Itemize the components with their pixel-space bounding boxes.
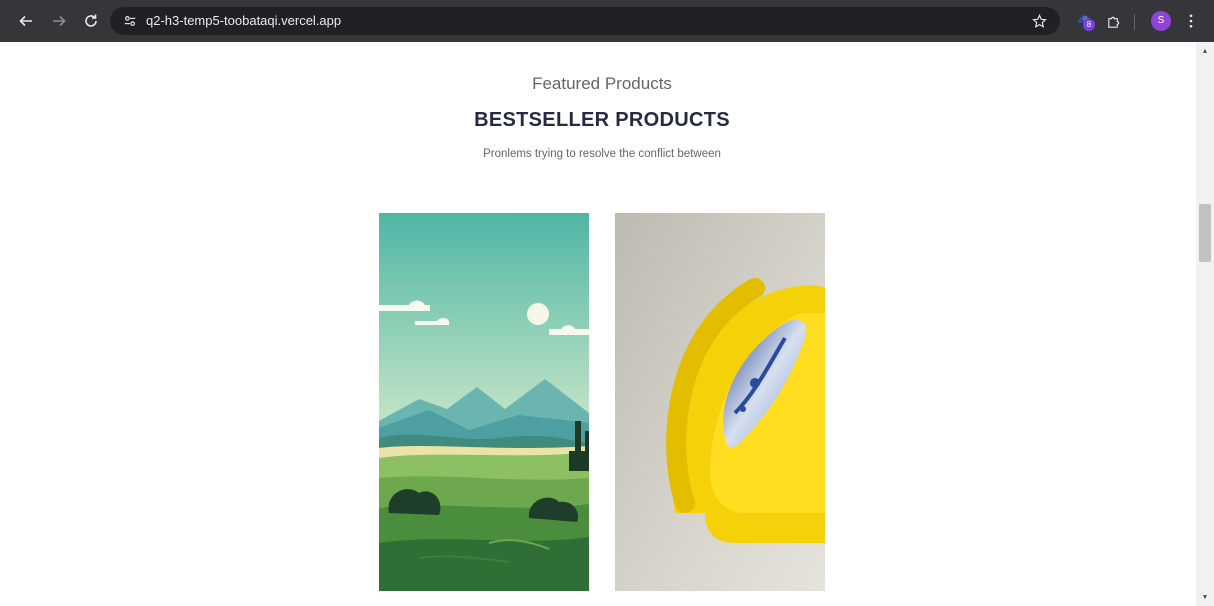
product-card-chair[interactable] xyxy=(615,213,825,591)
profile-avatar[interactable]: S xyxy=(1151,11,1171,31)
reload-icon xyxy=(85,14,97,27)
product-card-landscape[interactable] xyxy=(379,213,589,591)
vertical-scrollbar[interactable]: ▲ ▼ xyxy=(1196,42,1214,606)
forward-button[interactable] xyxy=(46,8,72,34)
landscape-image xyxy=(379,213,589,591)
yellow-chair-image xyxy=(615,213,825,591)
scroll-up-arrow-icon[interactable]: ▲ xyxy=(1196,44,1214,58)
browser-toolbar: q2-h3-temp5-toobataqi.vercel.app 8 S xyxy=(0,0,1214,42)
more-menu-icon[interactable] xyxy=(1183,11,1199,31)
bookmark-star-icon[interactable] xyxy=(1029,11,1049,31)
back-button[interactable] xyxy=(13,8,39,34)
scrollbar-thumb[interactable] xyxy=(1199,204,1211,262)
section-eyebrow: Featured Products xyxy=(532,74,672,93)
extensions-puzzle-icon[interactable] xyxy=(1103,11,1123,31)
site-info-icon[interactable] xyxy=(120,11,140,31)
forward-arrow-icon xyxy=(53,15,66,27)
extension-badge: 8 xyxy=(1083,19,1095,31)
section-subtext: Pronlems trying to resolve the conflict … xyxy=(483,148,721,160)
reload-button[interactable] xyxy=(78,8,104,34)
toolbar-divider xyxy=(1134,14,1135,30)
url-text[interactable]: q2-h3-temp5-toobataqi.vercel.app xyxy=(146,13,341,28)
back-arrow-icon xyxy=(19,15,32,27)
scroll-down-arrow-icon[interactable]: ▼ xyxy=(1196,590,1214,604)
section-heading: BESTSELLER PRODUCTS xyxy=(474,109,730,131)
page-content: Featured Products BESTSELLER PRODUCTS Pr… xyxy=(0,42,1196,606)
